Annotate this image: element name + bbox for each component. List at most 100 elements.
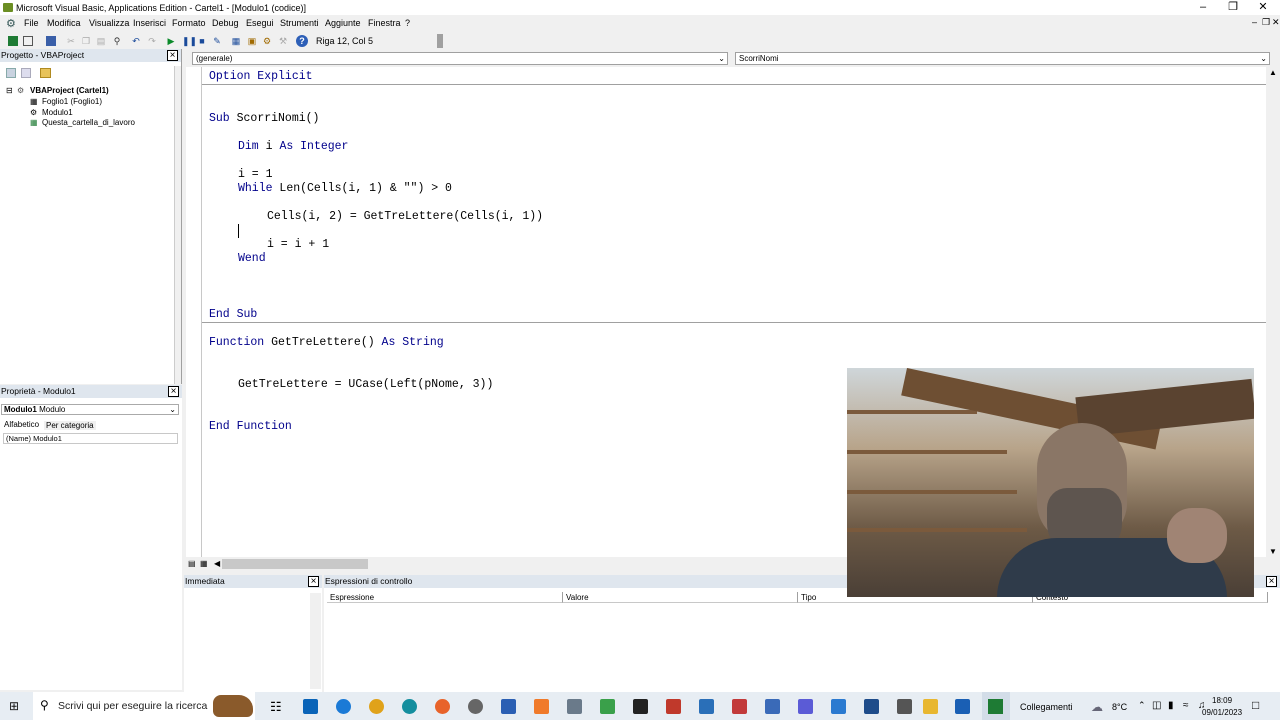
code-line-10[interactable]: Function GetTreLettere() As String [209,336,444,349]
app-icon[interactable] [955,699,970,714]
code-line-8[interactable]: Wend [238,252,266,265]
app-icon[interactable] [600,699,615,714]
menu-strumenti[interactable]: Strumenti [280,18,319,28]
code-line-1[interactable]: Option Explicit [209,70,313,83]
object-select[interactable]: Modulo1 Modulo ⌄ [1,404,179,415]
menu-file[interactable]: File [24,18,39,28]
code-vertical-scrollbar[interactable]: ▲ ▼ [1266,67,1280,557]
column-valore[interactable]: Valore [563,592,798,603]
tab-per-categoria[interactable]: Per categoria [44,421,96,430]
excel-icon[interactable] [8,36,18,46]
mdi-close-icon[interactable]: ✕ [1272,17,1280,28]
project-close-button[interactable]: × [167,50,178,61]
app-icon[interactable] [864,699,879,714]
procedure-view-icon[interactable]: ▤ [188,559,196,568]
taskbar-search[interactable]: ⚲ Scrivi qui per eseguire la ricerca [33,692,255,720]
excel-taskbar-active[interactable] [982,692,1010,720]
code-line-9[interactable]: End Sub [209,308,257,321]
tree-item-workbook[interactable]: Questa_cartella_di_lavoro [42,118,135,127]
break-icon[interactable]: ❚❚ [182,36,197,46]
column-espressione[interactable]: Espressione [327,592,563,603]
menu-aggiunte[interactable]: Aggiunte [325,18,361,28]
insert-form-icon[interactable] [23,36,33,46]
code-margin[interactable] [186,67,202,557]
tree-item-modulo1[interactable]: Modulo1 [42,108,73,117]
procedure-combo[interactable]: ScorriNomi ⌄ [735,52,1270,65]
reset-icon[interactable]: ■ [197,36,207,46]
code-line-6[interactable]: Cells(i, 2) = GetTreLettere(Cells(i, 1)) [267,210,543,223]
code-line-4[interactable]: i = 1 [238,168,273,181]
help-icon[interactable]: ? [296,35,308,47]
notification-icon[interactable]: □ [1252,698,1259,712]
chevron-up-icon[interactable]: ⌃ [1138,700,1146,711]
tab-alfabetico[interactable]: Alfabetico [4,420,39,429]
app-icon[interactable] [633,699,648,714]
code-line-11[interactable]: GetTreLettere = UCase(Left(pNome, 3)) [238,378,493,391]
menu-debug[interactable]: Debug [212,18,239,28]
copy-icon[interactable]: ❐ [81,36,91,46]
full-module-view-icon[interactable]: ▦ [200,559,208,568]
app-icon[interactable] [468,699,483,714]
run-icon[interactable]: ▶ [166,36,176,46]
minimize-button[interactable]: – [1188,0,1218,15]
word-icon[interactable] [501,699,516,714]
tree-collapse-icon[interactable]: ⊟ [6,86,13,95]
restore-button[interactable]: ❐ [1218,0,1248,15]
toggle-folders-icon[interactable] [40,68,51,78]
design-mode-icon[interactable]: ✎ [212,36,222,46]
toolbox-icon[interactable]: ⚒ [278,36,288,46]
scroll-left-icon[interactable]: ◀ [214,559,220,568]
find-icon[interactable]: ⚲ [112,36,122,46]
watch-close-button[interactable]: × [1266,576,1277,587]
code-line-2[interactable]: Sub ScorriNomi() [209,112,319,125]
menu-visualizza[interactable]: Visualizza [89,18,129,28]
wifi-icon[interactable]: ≈ [1183,700,1189,711]
firefox-icon[interactable] [435,699,450,714]
menu-inserisci[interactable]: Inserisci [133,18,166,28]
mail-icon[interactable] [699,699,714,714]
redo-icon[interactable]: ↷ [147,36,157,46]
outlook-icon[interactable] [303,699,318,714]
mdi-restore-icon[interactable]: ❐ [1262,17,1270,28]
app-icon[interactable] [732,699,747,714]
app-icon[interactable] [534,699,549,714]
edge-dev-icon[interactable] [402,699,417,714]
menu-modifica[interactable]: Modifica [47,18,81,28]
teams-icon[interactable] [798,699,813,714]
tree-item-vbaproject[interactable]: VBAProject (Cartel1) [30,86,109,95]
menu-formato[interactable]: Formato [172,18,206,28]
weather-temp[interactable]: 8°C [1112,702,1127,712]
object-combo[interactable]: (generale) ⌄ [192,52,728,65]
object-browser-icon[interactable]: ⚙ [262,36,272,46]
view-object-icon[interactable] [21,68,31,78]
save-icon[interactable] [46,36,56,46]
undo-icon[interactable]: ↶ [131,36,141,46]
app-icon[interactable] [765,699,780,714]
menu-finestra[interactable]: Finestra [368,18,401,28]
project-scrollbar[interactable] [174,66,181,384]
view-code-icon[interactable] [6,68,16,78]
excel-view-icon[interactable]: ⚙ [6,17,18,30]
chrome-icon[interactable] [369,699,384,714]
code-line-12[interactable]: End Function [209,420,292,433]
immediate-close-button[interactable]: × [308,576,319,587]
filezilla-icon[interactable] [666,699,681,714]
immediate-scrollbar[interactable] [310,593,321,689]
close-button[interactable]: ✕ [1248,0,1278,15]
tree-item-foglio1[interactable]: Foglio1 (Foglio1) [42,97,102,106]
clock-date[interactable]: 09/01/2023 [1202,708,1242,717]
network-icon[interactable]: ◫ [1152,700,1161,711]
menu-help[interactable]: ? [405,18,410,28]
app-icon[interactable] [831,699,846,714]
code-line-7[interactable]: i = i + 1 [267,238,329,251]
code-line-5[interactable]: While Len(Cells(i, 1) & "") > 0 [238,182,452,195]
paste-icon[interactable]: ▤ [96,36,106,46]
links-toolbar[interactable]: Collegamenti [1020,702,1073,712]
properties-window-icon[interactable]: ▣ [247,36,257,46]
task-view-icon[interactable]: ☷ [270,699,285,714]
code-line-3[interactable]: Dim i As Integer [238,140,348,153]
cut-icon[interactable]: ✂ [66,36,76,46]
scroll-down-icon[interactable]: ▼ [1269,547,1277,556]
project-explorer-icon[interactable]: ▦ [231,36,241,46]
windows-start-icon[interactable]: ⊞ [9,700,22,713]
